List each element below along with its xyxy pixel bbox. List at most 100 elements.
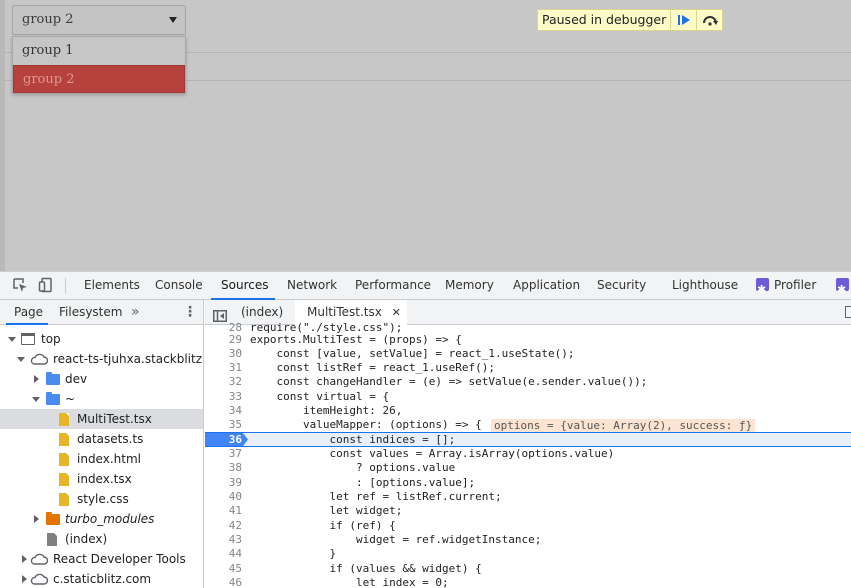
tree-item-react-devtools[interactable]: React Developer Tools <box>0 549 203 569</box>
code-text: const listRef = react_1.useRef(); <box>250 361 496 374</box>
code-line[interactable]: 42 if (ref) { <box>205 519 851 533</box>
toggle-navigator-icon[interactable] <box>213 306 227 322</box>
code-line[interactable]: 44 } <box>205 547 851 561</box>
navigator-tab-bar: Page Filesystem » ⋮ <box>0 300 203 325</box>
code-text: let widget; <box>250 504 403 517</box>
code-text: const [value, setValue] = react_1.useSta… <box>250 347 575 360</box>
collapse-arrow-icon[interactable] <box>22 555 27 563</box>
code-text: let ref = listRef.current; <box>250 490 502 503</box>
code-text: const changeHandler = (e) => setValue(e.… <box>250 375 648 388</box>
current-execution-line[interactable]: 36 const indices = []; <box>205 432 851 447</box>
paused-in-debugger-banner: Paused in debugger <box>537 9 724 31</box>
expand-arrow-icon[interactable] <box>32 397 40 402</box>
tab-sources[interactable]: Sources <box>221 272 268 300</box>
code-area[interactable]: 28 require("./style.css"); 29 exports.Mult… <box>205 321 851 588</box>
page-left-edge <box>0 0 5 271</box>
resume-icon <box>677 15 690 25</box>
code-line[interactable]: 43 widget = ref.widgetInstance; <box>205 533 851 547</box>
tab-elements[interactable]: Elements <box>84 272 140 300</box>
tab-memory[interactable]: Memory <box>445 272 494 300</box>
cloud-icon <box>30 353 48 365</box>
tree-item-turbo-modules[interactable]: turbo_modules <box>0 509 203 529</box>
file-icon <box>59 413 69 426</box>
code-line[interactable]: 31 const listRef = react_1.useRef(); <box>205 361 851 375</box>
tab-filesystem[interactable]: Filesystem <box>59 300 122 325</box>
tree-item-label: react-ts-tjuhxa.stackblitz.io <box>53 352 204 366</box>
toolbar-separator <box>65 278 66 294</box>
frame-icon <box>21 333 35 345</box>
close-tab-icon[interactable]: ✕ <box>392 306 401 319</box>
tree-item-label: top <box>41 332 61 346</box>
more-tabs-button[interactable]: » <box>131 300 140 325</box>
code-text: } <box>250 547 337 560</box>
tab-components-partial[interactable] <box>836 272 851 303</box>
tree-item-home[interactable]: ~ <box>0 389 203 409</box>
tree-item-label: style.css <box>77 492 129 506</box>
tab-console[interactable]: Console <box>155 272 203 300</box>
code-line[interactable]: 29 exports.MultiTest = (props) => { <box>205 333 851 347</box>
code-line[interactable]: 32 const changeHandler = (e) => setValue… <box>205 375 851 389</box>
dropdown-option-selected[interactable]: group 2 <box>13 65 185 93</box>
code-line[interactable]: 39 : [options.value]; <box>205 476 851 490</box>
code-line[interactable]: 46 let index = 0; <box>205 576 851 588</box>
inline-variable-value[interactable]: options = {value: Array(2), success: ƒ} <box>491 419 756 432</box>
tab-network[interactable]: Network <box>287 272 337 300</box>
expand-arrow-icon[interactable] <box>8 337 16 342</box>
tree-item-staticblitz[interactable]: c.staticblitz.com <box>0 569 203 588</box>
tab-security[interactable]: Security <box>597 272 646 300</box>
tree-item-dev[interactable]: dev <box>0 369 203 389</box>
code-line[interactable]: 30 const [value, setValue] = react_1.use… <box>205 347 851 361</box>
resume-button[interactable] <box>670 10 696 30</box>
file-icon <box>59 473 69 486</box>
tree-item-multitest[interactable]: MultiTest.tsx <box>0 409 203 429</box>
tab-profiler-label: Profiler <box>774 278 817 292</box>
code-line[interactable]: 33 const virtual = { <box>205 390 851 404</box>
code-line[interactable]: 40 let ref = listRef.current; <box>205 490 851 504</box>
sources-navigator: Page Filesystem » ⋮ top react-ts-tjuhxa.… <box>0 300 204 588</box>
collapse-arrow-icon[interactable] <box>34 375 39 383</box>
code-text: if (ref) { <box>250 519 396 532</box>
tree-item-style-css[interactable]: style.css <box>0 489 203 509</box>
tree-item-label: MultiTest.tsx <box>77 412 152 426</box>
code-line[interactable]: 38 ? options.value <box>205 461 851 475</box>
tree-item-top[interactable]: top <box>0 329 203 349</box>
code-text: itemHeight: 26, <box>250 404 403 417</box>
collapse-arrow-icon[interactable] <box>34 515 39 523</box>
tree-item-label: (index) <box>65 532 108 546</box>
editor-tab-label: MultiTest.tsx <box>307 305 382 319</box>
code-line[interactable]: 37 const values = Array.isArray(options.… <box>205 447 851 461</box>
file-icon <box>59 493 69 506</box>
tree-item-index[interactable]: (index) <box>0 529 203 549</box>
code-text: exports.MultiTest = (props) => { <box>250 333 462 346</box>
folder-icon <box>46 392 60 405</box>
code-line[interactable]: 34 itemHeight: 26, <box>205 404 851 418</box>
device-toolbar-icon[interactable] <box>38 277 54 293</box>
code-line[interactable]: 35 valueMapper: (options) => {options = … <box>205 418 851 432</box>
caret-down-icon[interactable] <box>169 17 177 23</box>
tree-item-label: dev <box>65 372 88 386</box>
tree-item-datasets[interactable]: datasets.ts <box>0 429 203 449</box>
dropdown-option[interactable]: group 1 <box>13 37 185 65</box>
page-viewport: group 2 group 1 group 2 Paused in debugg… <box>0 0 851 271</box>
devtools-tab-bar: Elements Console Sources Network Perform… <box>0 271 851 303</box>
collapse-arrow-icon[interactable] <box>22 575 27 583</box>
navigator-menu-icon[interactable]: ⋮ <box>183 300 197 325</box>
expand-arrow-icon[interactable] <box>17 357 25 362</box>
tab-page[interactable]: Page <box>14 300 43 325</box>
step-over-icon <box>702 16 718 26</box>
toggle-debugger-sidebar-icon[interactable] <box>845 306 851 318</box>
tab-profiler[interactable]: Profiler <box>756 272 817 303</box>
tree-item-domain[interactable]: react-ts-tjuhxa.stackblitz.io <box>0 349 203 369</box>
step-over-button[interactable] <box>696 10 722 30</box>
code-line[interactable]: 45 if (values && widget) { <box>205 562 851 576</box>
tab-application[interactable]: Application <box>513 272 580 300</box>
source-editor: (index) MultiTest.tsx ✕ 28 require("./sty… <box>205 300 851 588</box>
inspect-element-icon[interactable] <box>12 277 28 293</box>
tree-item-index-html[interactable]: index.html <box>0 449 203 469</box>
group-dropdown[interactable]: group 2 <box>12 5 186 35</box>
tree-item-label: React Developer Tools <box>53 552 186 566</box>
code-line[interactable]: 41 let widget; <box>205 504 851 518</box>
tab-performance[interactable]: Performance <box>355 272 431 300</box>
tab-lighthouse[interactable]: Lighthouse <box>672 272 738 300</box>
tree-item-index-tsx[interactable]: index.tsx <box>0 469 203 489</box>
